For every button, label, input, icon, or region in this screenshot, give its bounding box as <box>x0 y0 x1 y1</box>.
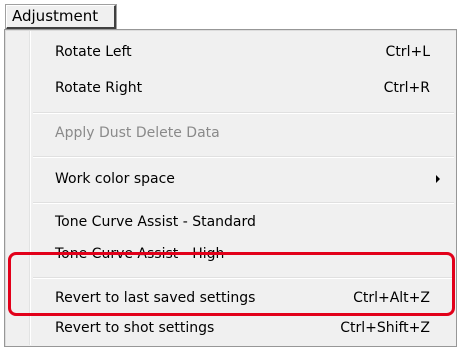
menu-item-apply-dust-delete-data: Apply Dust Delete Data <box>55 119 440 147</box>
menu-item-label: Rotate Left <box>55 44 132 60</box>
menu-item-work-color-space[interactable]: Work color space <box>55 165 440 193</box>
menu-item-shortcut: Ctrl+R <box>383 80 430 96</box>
menu-item-tone-curve-assist-standard[interactable]: Tone Curve Assist - Standard <box>55 208 440 236</box>
menu-item-rotate-right[interactable]: Rotate Right Ctrl+R <box>55 74 440 102</box>
menu-item-label: Revert to shot settings <box>55 320 215 336</box>
menu-item-shortcut: Ctrl+Shift+Z <box>340 320 430 336</box>
menu-item-revert-to-shot-settings[interactable]: Revert to shot settings Ctrl+Shift+Z <box>55 314 440 342</box>
adjustment-dropdown-menu: Rotate Left Ctrl+L Rotate Right Ctrl+R A… <box>4 29 457 347</box>
submenu-arrow-icon <box>436 175 440 183</box>
menu-item-label: Revert to last saved settings <box>55 290 256 306</box>
menu-item-label: Work color space <box>55 171 175 187</box>
menu-item-label: Apply Dust Delete Data <box>55 125 220 141</box>
menu-separator <box>33 112 454 114</box>
menu-item-label: Tone Curve Assist - Standard <box>55 214 256 230</box>
menu-item-label: Tone Curve Assist - High <box>55 246 225 262</box>
menu-adjustment-label: Adjustment <box>12 7 99 25</box>
menu-item-tone-curve-assist-high[interactable]: Tone Curve Assist - High <box>55 240 440 268</box>
menu-separator <box>33 202 454 204</box>
menu-item-shortcut: Ctrl+L <box>385 44 430 60</box>
menu-adjustment[interactable]: Adjustment <box>5 4 117 30</box>
screenshot-root: Adjustment Rotate Left Ctrl+L Rotate Rig… <box>0 0 459 347</box>
menu-item-shortcut: Ctrl+Alt+Z <box>353 290 430 306</box>
menu-item-revert-to-last-saved-settings[interactable]: Revert to last saved settings Ctrl+Alt+Z <box>55 284 440 312</box>
menu-separator <box>33 156 454 158</box>
menu-separator <box>33 277 454 279</box>
menu-item-rotate-left[interactable]: Rotate Left Ctrl+L <box>55 38 440 66</box>
menu-item-label: Rotate Right <box>55 80 143 96</box>
menu-icon-gutter <box>29 31 31 345</box>
